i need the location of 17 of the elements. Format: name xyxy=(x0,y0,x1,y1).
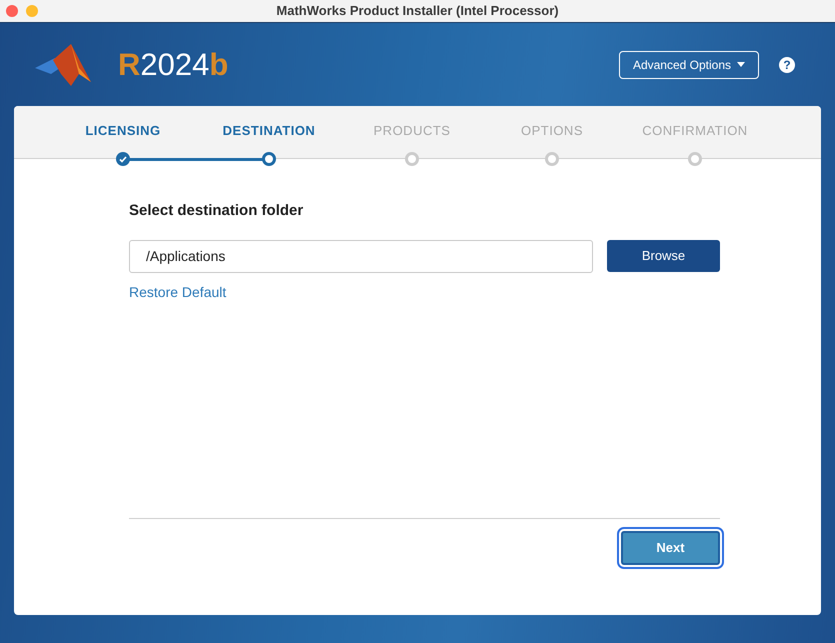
advanced-options-button[interactable]: Advanced Options xyxy=(618,50,759,78)
minimize-button[interactable] xyxy=(26,5,38,17)
restore-default-link[interactable]: Restore Default xyxy=(129,282,226,302)
step-label: PRODUCTS xyxy=(374,123,450,139)
browse-button[interactable]: Browse xyxy=(607,240,720,272)
close-button[interactable] xyxy=(6,5,18,17)
folder-path-field[interactable]: /Applications xyxy=(129,240,593,272)
step-label: LICENSING xyxy=(85,123,161,139)
help-icon[interactable]: ? xyxy=(779,56,795,72)
window-title: MathWorks Product Installer (Intel Processor) xyxy=(276,2,559,20)
caret-icon xyxy=(737,62,745,67)
section-heading: Select destination folder xyxy=(129,201,304,221)
step-label: CONFIRMATION xyxy=(642,123,748,139)
step-label: DESTINATION xyxy=(222,123,316,139)
step-label: OPTIONS xyxy=(520,123,583,139)
membrane-logo-icon xyxy=(33,44,93,86)
release-label: R2024b xyxy=(118,49,228,80)
